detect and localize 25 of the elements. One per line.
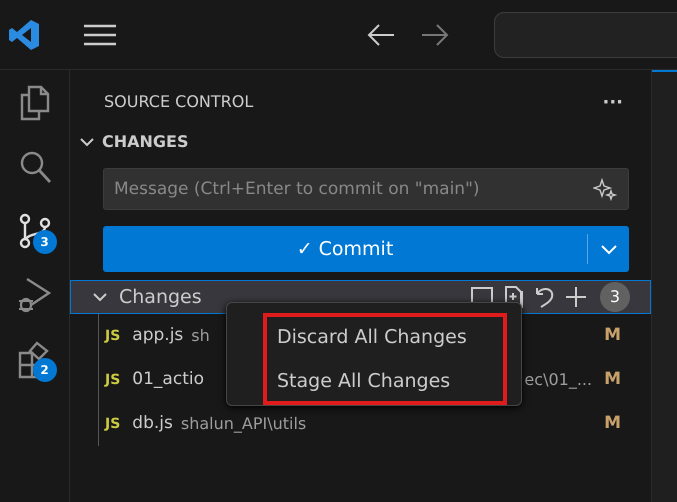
- menu-item[interactable]: Stage All Changes: [277, 359, 450, 403]
- search-field[interactable]: [494, 12, 677, 58]
- javascript-file-icon: JS: [105, 326, 120, 346]
- javascript-file-icon: JS: [105, 370, 120, 390]
- count-badge: 3: [600, 282, 630, 312]
- file-name[interactable]: 01_actio: [132, 367, 204, 393]
- panel-title: SOURCE CONTROL: [104, 91, 254, 113]
- menu-item[interactable]: Discard All Changes: [277, 315, 467, 359]
- app-logo-icon: [8, 18, 40, 50]
- file-path: sh: [191, 325, 210, 347]
- count-badge: 3: [32, 230, 56, 254]
- modified-status: M: [604, 368, 621, 392]
- file-name[interactable]: db.js: [132, 411, 173, 437]
- more-actions-button[interactable]: ···: [598, 88, 627, 116]
- file-path: ec\01_...: [524, 369, 592, 391]
- modified-status: M: [604, 412, 621, 436]
- section-header[interactable]: CHANGES: [102, 130, 188, 154]
- group-label: Changes: [119, 284, 202, 310]
- javascript-file-icon: JS: [105, 414, 120, 434]
- count-badge: 2: [32, 358, 56, 382]
- commit-message-field[interactable]: Message (Ctrl+Enter to commit on "main"): [103, 168, 629, 210]
- file-path: shalun_API\utils: [180, 413, 306, 435]
- file-name[interactable]: app.js: [132, 323, 184, 349]
- modified-status: M: [604, 324, 621, 348]
- sparkle-icon[interactable]: [593, 177, 617, 201]
